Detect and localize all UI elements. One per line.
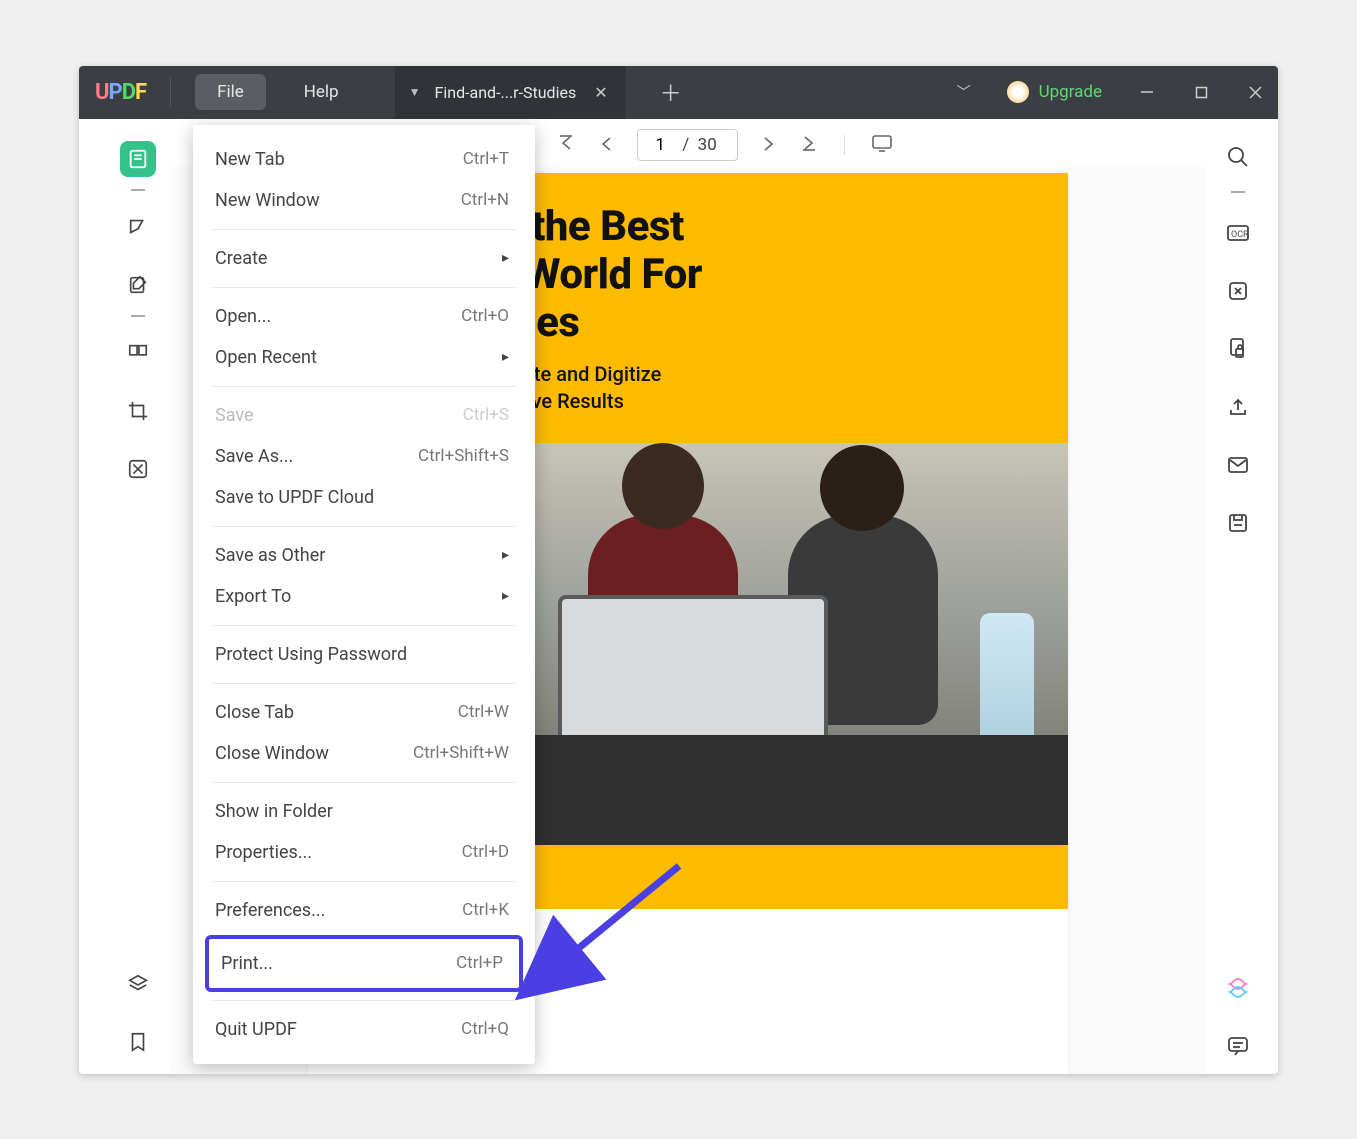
right-toolbox: OCR <box>1206 123 1270 1074</box>
menu-close-tab[interactable]: Close TabCtrl+W <box>193 692 535 733</box>
avatar <box>1007 81 1029 103</box>
left-toolbox <box>107 123 169 1074</box>
tab-close-icon[interactable]: ✕ <box>590 79 611 106</box>
tabs-overflow-icon[interactable]: ﹀ <box>943 82 985 102</box>
menu-new-window[interactable]: New WindowCtrl+N <box>193 180 535 221</box>
menu-save-other[interactable]: Save as Other▸ <box>193 535 535 576</box>
menu-preferences[interactable]: Preferences...Ctrl+K <box>193 890 535 931</box>
search-icon[interactable] <box>1224 143 1252 171</box>
menu-show-folder[interactable]: Show in Folder <box>193 791 535 832</box>
divider <box>170 78 171 106</box>
organize-tool[interactable] <box>120 335 156 371</box>
next-page-icon[interactable] <box>760 134 778 156</box>
last-page-icon[interactable] <box>800 134 818 156</box>
submenu-arrow-icon: ▸ <box>502 547 509 563</box>
window-close[interactable] <box>1232 66 1278 119</box>
window-maximize[interactable] <box>1178 66 1224 119</box>
menu-new-tab[interactable]: New TabCtrl+T <box>193 139 535 180</box>
separator <box>131 315 145 317</box>
menu-open[interactable]: Open...Ctrl+O <box>193 296 535 337</box>
submenu-arrow-icon: ▸ <box>502 250 509 266</box>
menu-properties[interactable]: Properties...Ctrl+D <box>193 832 535 873</box>
app-logo: UPDF <box>95 80 146 105</box>
menu-protect[interactable]: Protect Using Password <box>193 634 535 675</box>
convert-icon[interactable] <box>1224 277 1252 305</box>
prev-page-icon[interactable] <box>597 134 615 156</box>
menu-quit[interactable]: Quit UPDFCtrl+Q <box>193 1009 535 1050</box>
bookmark-tool[interactable] <box>120 1024 156 1060</box>
redact-tool[interactable] <box>120 451 156 487</box>
submenu-arrow-icon: ▸ <box>502 349 509 365</box>
tab-title: Find-and-...r-Studies <box>435 83 577 102</box>
document-tab[interactable]: ▼ Find-and-...r-Studies ✕ <box>395 66 626 119</box>
window-minimize[interactable] <box>1124 66 1170 119</box>
menu-help[interactable]: Help <box>282 74 361 110</box>
layers-tool[interactable] <box>120 966 156 1002</box>
menu-export-to[interactable]: Export To▸ <box>193 576 535 617</box>
menu-save: SaveCtrl+S <box>193 395 535 436</box>
email-icon[interactable] <box>1224 451 1252 479</box>
comment-tool[interactable] <box>120 209 156 245</box>
menu-close-window[interactable]: Close WindowCtrl+Shift+W <box>193 733 535 774</box>
ocr-icon[interactable]: OCR <box>1224 219 1252 247</box>
menu-save-as[interactable]: Save As...Ctrl+Shift+S <box>193 436 535 477</box>
tab-dropdown-icon[interactable]: ▼ <box>409 85 421 99</box>
new-tab-button[interactable]: ＋ <box>642 76 700 108</box>
menu-open-recent[interactable]: Open Recent▸ <box>193 337 535 378</box>
chat-icon[interactable] <box>1224 1032 1252 1060</box>
upgrade-button[interactable]: Upgrade <box>993 81 1116 103</box>
upgrade-label: Upgrade <box>1039 82 1102 102</box>
reader-tool[interactable] <box>120 141 156 177</box>
menu-create[interactable]: Create▸ <box>193 238 535 279</box>
page-current-input[interactable] <box>638 135 682 155</box>
presentation-icon[interactable] <box>871 133 893 157</box>
first-page-icon[interactable] <box>557 134 575 156</box>
separator <box>131 189 145 191</box>
titlebar: UPDF File Help ▼ Find-and-...r-Studies ✕… <box>79 66 1278 119</box>
annotation-arrow <box>539 856 699 980</box>
submenu-arrow-icon: ▸ <box>502 588 509 604</box>
separator <box>1231 191 1245 193</box>
menu-file[interactable]: File <box>195 74 266 110</box>
edit-tool[interactable] <box>120 267 156 303</box>
file-menu: New TabCtrl+T New WindowCtrl+N Create▸ O… <box>193 125 535 1064</box>
share-icon[interactable] <box>1224 393 1252 421</box>
save-icon[interactable] <box>1224 509 1252 537</box>
menu-save-cloud[interactable]: Save to UPDF Cloud <box>193 477 535 518</box>
crop-tool[interactable] <box>120 393 156 429</box>
menu-print[interactable]: Print...Ctrl+P <box>205 935 523 992</box>
page-total: / 30 <box>682 135 737 155</box>
protect-icon[interactable] <box>1224 335 1252 363</box>
ai-icon[interactable] <box>1224 974 1252 1002</box>
svg-text:OCR: OCR <box>1231 230 1249 240</box>
page-number-box[interactable]: / 30 <box>637 129 738 161</box>
